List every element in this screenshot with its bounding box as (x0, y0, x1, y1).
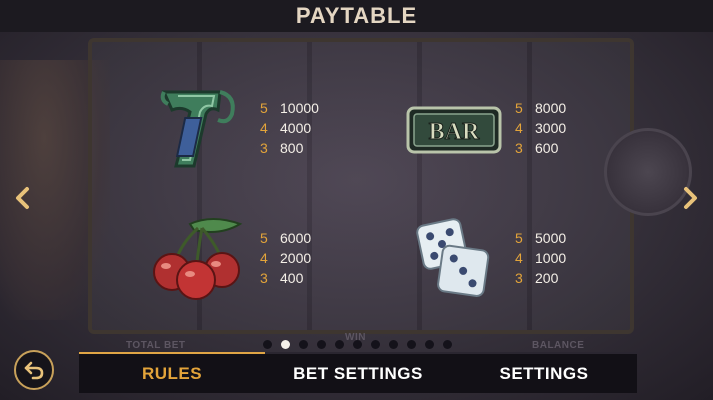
bar-symbol-icon: BAR (406, 106, 502, 159)
payout-value: 600 (535, 140, 559, 156)
page-dot[interactable] (299, 340, 308, 349)
back-button[interactable] (14, 350, 54, 390)
payout-row: 5 5000 (515, 228, 566, 248)
payout-value: 5000 (535, 230, 567, 246)
payout-row: 4 1000 (515, 248, 566, 268)
page-dot[interactable] (407, 340, 416, 349)
payout-row: 4 2000 (260, 248, 311, 268)
page-dot[interactable] (317, 340, 326, 349)
payout-count: 4 (260, 120, 268, 136)
payout-count: 4 (260, 250, 268, 266)
page-dot[interactable] (353, 340, 362, 349)
payout-value: 6000 (280, 230, 312, 246)
page-dot[interactable] (335, 340, 344, 349)
background-spin-button (604, 128, 692, 216)
payout-value: 400 (280, 270, 304, 286)
seven-symbol-icon (158, 86, 240, 177)
payout-value: 8000 (535, 100, 567, 116)
payout-count: 5 (515, 230, 523, 246)
payout-count: 5 (260, 100, 268, 116)
payout-value: 200 (535, 270, 559, 286)
payout-value: 1000 (535, 250, 567, 266)
payout-row: 4 3000 (515, 118, 566, 138)
payout-count: 3 (260, 140, 268, 156)
paytable-header: PAYTABLE (0, 0, 713, 32)
payout-row: 4 4000 (260, 118, 319, 138)
active-tab-indicator (79, 352, 265, 354)
dice-symbol-icon (412, 214, 494, 305)
payout-count: 3 (515, 270, 523, 286)
page-dot[interactable] (371, 340, 380, 349)
bar-symbol-text: BAR (429, 119, 480, 145)
payout-count: 3 (515, 140, 523, 156)
payout-count: 5 (260, 230, 268, 246)
bar-payouts: 5 8000 4 3000 3 600 (515, 98, 566, 158)
chevron-left-icon (16, 187, 29, 209)
payout-row: 3 800 (260, 138, 319, 158)
page-title: PAYTABLE (295, 3, 418, 28)
page-dot[interactable] (389, 340, 398, 349)
cherries-payouts: 5 6000 4 2000 3 400 (260, 228, 311, 288)
page-indicator (263, 340, 452, 350)
tab-bet-settings[interactable]: BET SETTINGS (265, 364, 451, 384)
background-total-bet-label: TOTAL BET (126, 340, 186, 351)
payout-row: 5 10000 (260, 98, 319, 118)
return-arrow-icon (24, 361, 44, 380)
payout-count: 4 (515, 250, 523, 266)
page-dot[interactable] (281, 340, 290, 349)
payout-count: 5 (515, 100, 523, 116)
payout-value: 4000 (280, 120, 312, 136)
background-balance-label: BALANCE (532, 340, 585, 351)
payout-row: 3 200 (515, 268, 566, 288)
payout-value: 3000 (535, 120, 567, 136)
page-dot[interactable] (263, 340, 272, 349)
tab-rules[interactable]: RULES (79, 364, 265, 384)
seven-payouts: 5 10000 4 4000 3 800 (260, 98, 319, 158)
payout-value: 800 (280, 140, 304, 156)
payout-count: 3 (260, 270, 268, 286)
bottom-tab-bar: RULES BET SETTINGS SETTINGS (79, 352, 637, 393)
cherries-symbol-icon (150, 214, 246, 307)
payout-row: 5 8000 (515, 98, 566, 118)
payout-row: 3 600 (515, 138, 566, 158)
payout-count: 4 (515, 120, 523, 136)
dice-payouts: 5 5000 4 1000 3 200 (515, 228, 566, 288)
payout-row: 5 6000 (260, 228, 311, 248)
payout-value: 2000 (280, 250, 312, 266)
payout-row: 3 400 (260, 268, 311, 288)
next-page-arrow[interactable] (681, 186, 699, 210)
tab-settings[interactable]: SETTINGS (451, 364, 637, 384)
previous-page-arrow[interactable] (14, 186, 32, 210)
chevron-right-icon (684, 187, 697, 209)
page-dot[interactable] (425, 340, 434, 349)
page-dot[interactable] (443, 340, 452, 349)
payout-value: 10000 (280, 100, 319, 116)
